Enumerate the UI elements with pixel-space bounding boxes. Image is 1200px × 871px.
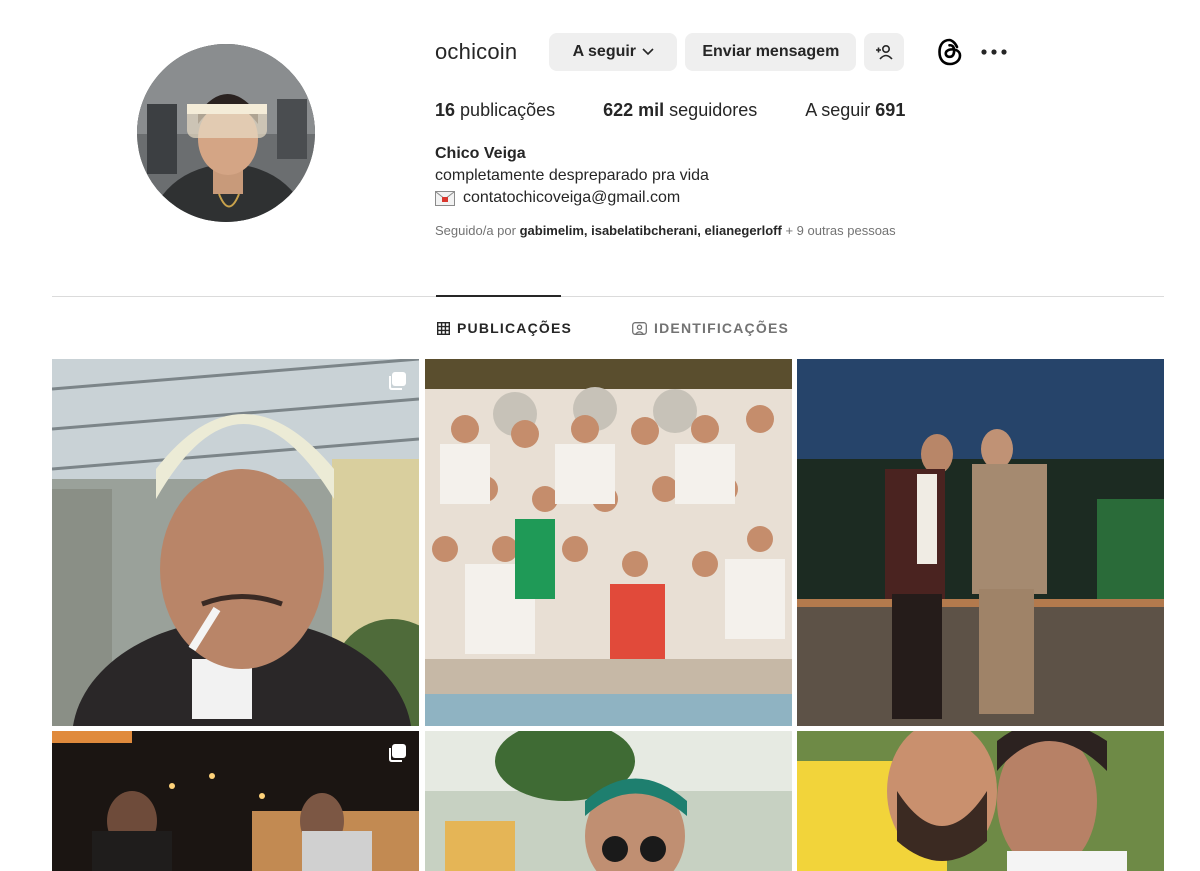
send-message-button[interactable]: Enviar mensagem xyxy=(685,33,857,71)
post-thumbnail[interactable] xyxy=(425,359,792,726)
threads-icon[interactable] xyxy=(930,32,970,72)
followed-by-prefix: Seguido/a por xyxy=(435,223,516,238)
post-thumbnail[interactable] xyxy=(797,359,1164,726)
multiple-photos-icon xyxy=(387,371,407,391)
chevron-down-icon xyxy=(642,48,654,56)
post-thumbnail[interactable] xyxy=(797,731,1164,871)
posts-count-stat[interactable]: 16 publicações xyxy=(435,100,555,121)
tabs-divider xyxy=(52,296,1164,297)
add-user-icon xyxy=(875,44,893,60)
profile-stats: 16 publicações 622 mil seguidores A segu… xyxy=(435,100,1175,121)
multiple-photos-icon xyxy=(387,743,407,763)
followers-stat[interactable]: 622 mil seguidores xyxy=(603,100,757,121)
followed-by-line[interactable]: Seguido/a por gabimelim, isabelatibchera… xyxy=(435,223,1175,238)
post-thumbnail[interactable] xyxy=(425,731,792,871)
post-thumbnail[interactable] xyxy=(52,359,419,726)
following-button[interactable]: A seguir xyxy=(549,33,678,71)
following-count: 691 xyxy=(875,100,906,120)
profile-email-line: contatochicoveiga@gmail.com xyxy=(435,189,1175,207)
profile-info: ochicoin A seguir Enviar mensagem 16 pub… xyxy=(435,30,1175,238)
following-button-label: A seguir xyxy=(572,43,637,60)
add-user-button[interactable] xyxy=(864,33,905,71)
posts-label: publicações xyxy=(460,100,556,120)
post-thumbnail[interactable] xyxy=(52,731,419,871)
following-label: A seguir xyxy=(805,100,871,120)
more-options-icon[interactable] xyxy=(974,32,1014,72)
envelope-icon xyxy=(435,190,455,206)
tab-posts[interactable]: PUBLICAÇÕES xyxy=(437,320,572,336)
profile-bio: completamente despreparado pra vida xyxy=(435,167,709,184)
profile-email[interactable]: contatochicoveiga@gmail.com xyxy=(463,189,680,207)
tagged-user-icon xyxy=(632,321,647,335)
posts-count: 16 xyxy=(435,100,456,120)
grid-icon xyxy=(437,321,450,335)
following-stat[interactable]: A seguir 691 xyxy=(805,100,905,121)
profile-username: ochicoin xyxy=(435,39,518,64)
followers-count: 622 mil xyxy=(603,100,665,120)
tab-tagged[interactable]: IDENTIFICAÇÕES xyxy=(632,320,789,336)
tab-posts-label: PUBLICAÇÕES xyxy=(457,320,573,336)
followed-by-names: gabimelim, isabelatibcherani, elianegerl… xyxy=(519,223,782,238)
profile-avatar[interactable] xyxy=(137,44,315,222)
profile-full-name: Chico Veiga xyxy=(435,145,526,162)
followers-label: seguidores xyxy=(669,100,758,120)
tab-tagged-label: IDENTIFICAÇÕES xyxy=(654,320,790,336)
profile-actions-row: ochicoin A seguir Enviar mensagem xyxy=(435,30,1175,74)
followed-by-suffix: + 9 outras pessoas xyxy=(785,223,896,238)
active-tab-indicator xyxy=(436,295,561,297)
